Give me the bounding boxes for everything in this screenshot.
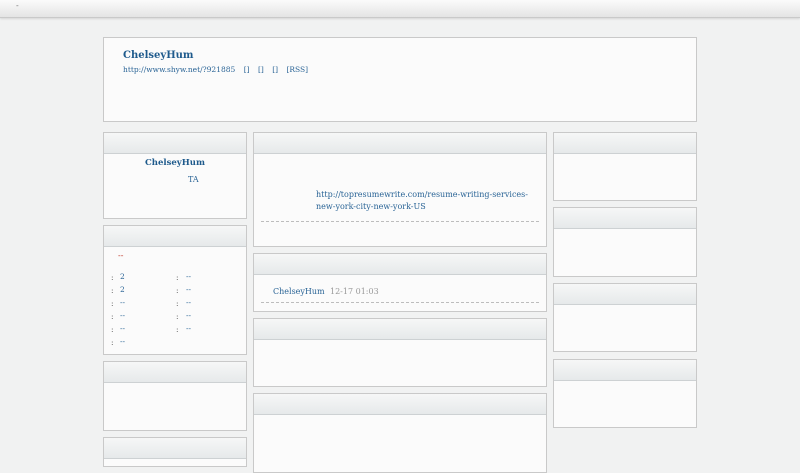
stat-value[interactable]: --	[186, 298, 191, 307]
panel-header	[254, 254, 546, 275]
stat-value[interactable]: --	[120, 311, 125, 320]
sidebar-panel	[553, 359, 697, 428]
stat-colon: :	[111, 299, 114, 308]
stat-value[interactable]: 2	[120, 272, 125, 281]
panel-header	[104, 362, 246, 383]
sidebar-panel	[103, 361, 247, 431]
comment-author[interactable]: ChelseyHum	[273, 287, 325, 296]
panel-header	[554, 133, 696, 154]
profile-ta-link[interactable]: TA	[188, 175, 199, 184]
stat-colon: :	[176, 312, 179, 321]
panel-header	[254, 319, 546, 340]
sidebar-panel	[553, 207, 697, 277]
comments-panel: ChelseyHum 12-17 01:03	[253, 253, 547, 312]
panel-header	[554, 284, 696, 305]
panel-header	[104, 226, 246, 247]
stats-highlight: --	[118, 251, 124, 260]
stat-colon: :	[176, 299, 179, 308]
top-toolbar: -	[0, 0, 800, 18]
stat-colon: :	[176, 273, 179, 282]
stat-colon: :	[111, 325, 114, 334]
panel-header	[254, 133, 546, 154]
stat-value[interactable]: --	[120, 298, 125, 307]
sidebar-panel	[553, 283, 697, 352]
stats-panel: -- : 2 : -- : 2 : -- : -- : -- : -- : --…	[103, 225, 247, 355]
blog-url-link[interactable]: http://www.shyw.net/?921885	[123, 65, 235, 74]
stat-colon: :	[111, 273, 114, 282]
content-panel	[253, 318, 547, 387]
article-link[interactable]: http://topresumewrite.com/resume-writing…	[316, 189, 536, 213]
stat-value[interactable]: --	[186, 285, 191, 294]
blog-title[interactable]: ChelseyHum	[123, 50, 194, 61]
stat-colon: :	[176, 325, 179, 334]
toolbar-marker: -	[16, 1, 19, 10]
panel-header	[104, 133, 246, 154]
blog-links: http://www.shyw.net/?921885 [] [] [] [RS…	[123, 65, 314, 74]
rss-link[interactable]: [RSS]	[286, 65, 308, 74]
comment-time: 12-17 01:03	[330, 287, 379, 296]
blog-header: ChelseyHum http://www.shyw.net/?921885 […	[103, 37, 697, 122]
blog-link-3[interactable]: []	[272, 65, 278, 74]
stat-colon: :	[111, 312, 114, 321]
stat-colon: :	[111, 286, 114, 295]
stat-value[interactable]: --	[186, 324, 191, 333]
sidebar-panel	[553, 132, 697, 201]
stat-value[interactable]: --	[120, 337, 125, 346]
stat-colon: :	[111, 338, 114, 347]
sidebar-panel	[103, 437, 247, 467]
stat-colon: :	[176, 286, 179, 295]
stat-value[interactable]: --	[120, 324, 125, 333]
blog-link-2[interactable]: []	[258, 65, 264, 74]
blog-link-1[interactable]: []	[244, 65, 250, 74]
article-panel: http://topresumewrite.com/resume-writing…	[253, 132, 547, 247]
stat-value[interactable]: --	[186, 311, 191, 320]
stat-value[interactable]: --	[186, 272, 191, 281]
panel-header	[554, 360, 696, 381]
profile-name[interactable]: ChelseyHum	[104, 158, 246, 168]
profile-panel: ChelseyHum TA	[103, 132, 247, 219]
panel-header	[254, 394, 546, 415]
panel-header	[554, 208, 696, 229]
content-panel	[253, 393, 547, 473]
divider	[261, 221, 539, 222]
divider	[261, 302, 539, 303]
stat-value[interactable]: 2	[120, 285, 125, 294]
